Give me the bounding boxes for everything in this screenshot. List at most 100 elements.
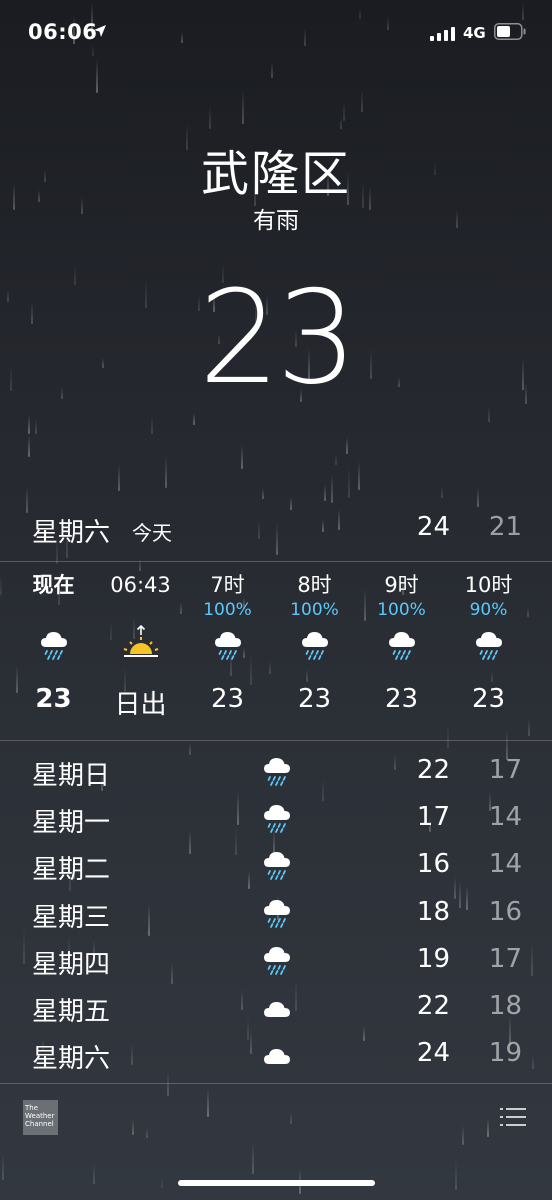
- rain-streak: [532, 1054, 534, 1069]
- day-low: 14: [488, 802, 522, 833]
- rain-streak: [361, 90, 363, 112]
- rain-streak: [28, 415, 30, 434]
- day-name: 星期四: [32, 949, 111, 980]
- day-name: 星期二: [32, 855, 111, 886]
- day-name: 星期六: [32, 1044, 111, 1075]
- battery-icon: [494, 23, 526, 40]
- status-bar: 06:06 4G: [0, 0, 552, 66]
- today-day: 星期六: [32, 518, 111, 548]
- divider: [0, 1083, 552, 1084]
- day-high: 18: [416, 896, 450, 927]
- day-high: 22: [416, 755, 450, 785]
- rain-streak: [441, 486, 443, 498]
- day-low: 19: [488, 1038, 522, 1069]
- rain-streak: [462, 1125, 464, 1145]
- rain-cloud-icon: [264, 805, 290, 834]
- precip-chance: 100%: [203, 600, 252, 620]
- city-name: 武隆区: [200, 146, 351, 202]
- rain-streak: [118, 464, 120, 491]
- cloud-icon: [264, 1049, 290, 1065]
- rain-streak: [151, 416, 153, 434]
- hour-label: 现在: [32, 573, 75, 597]
- hourly-item: 10时 90% 23: [445, 572, 532, 732]
- network-type: 4G: [463, 24, 486, 42]
- day-name: 星期五: [32, 996, 111, 1027]
- today-low: 21: [488, 512, 522, 542]
- hour-label: 8时: [297, 573, 332, 597]
- rain-streak: [207, 1088, 209, 1117]
- rain-cloud-icon: [264, 852, 290, 881]
- rain-streak: [346, 437, 348, 454]
- day-low: 17: [488, 943, 522, 974]
- rain-streak: [146, 1128, 148, 1138]
- today-high: 24: [416, 512, 450, 542]
- precip-chance: 90%: [469, 600, 508, 620]
- list-item: 星期一 17 14: [32, 797, 522, 844]
- rain-cloud-icon: [264, 946, 290, 975]
- list-item: 星期五 22 18: [32, 986, 522, 1033]
- hour-label: 9时: [384, 573, 419, 597]
- precip-chance: [97, 598, 184, 622]
- day-high: 22: [416, 990, 450, 1021]
- precip-chance: [10, 598, 97, 622]
- location-header: 武隆区 有雨: [0, 150, 552, 233]
- location-arrow-icon: [94, 25, 106, 37]
- list-item: 星期三 18 16: [32, 892, 522, 939]
- rain-streak: [477, 488, 479, 507]
- hour-label: 10时: [464, 573, 513, 597]
- rain-streak: [2, 1154, 4, 1180]
- rain-streak: [531, 942, 533, 976]
- rain-cloud-icon: [184, 624, 271, 664]
- rain-streak: [455, 1161, 457, 1190]
- rain-streak: [209, 106, 211, 129]
- day-high: 17: [416, 802, 450, 833]
- hourly-item: 06:43 日出: [97, 572, 184, 732]
- rain-streak: [35, 419, 37, 434]
- rain-streak: [165, 455, 167, 488]
- status-time: 06:06: [28, 20, 98, 44]
- day-low: 17: [488, 755, 522, 785]
- day-name: 星期日: [32, 761, 111, 791]
- rain-streak: [186, 123, 188, 150]
- rain-streak: [28, 435, 30, 457]
- hour-temp: 23: [471, 684, 506, 714]
- day-low: 16: [488, 896, 522, 927]
- weather-condition: 有雨: [253, 208, 299, 234]
- precip-chance: 100%: [377, 600, 426, 620]
- rain-cloud-icon: [264, 758, 290, 786]
- hour-label: 06:43: [110, 573, 171, 597]
- rain-streak: [348, 467, 350, 498]
- rain-streak: [161, 1178, 163, 1188]
- rain-streak: [488, 406, 490, 422]
- rain-streak: [335, 453, 337, 465]
- daily-forecast: 星期日 22 17 星期一 17 14 星期二 16 14 星期三 18 16 …: [32, 750, 522, 1080]
- list-item: 星期六 24 19: [32, 1033, 522, 1080]
- day-high: 16: [416, 849, 450, 880]
- divider: [0, 740, 552, 741]
- rain-streak: [242, 89, 244, 124]
- home-indicator[interactable]: [178, 1180, 375, 1186]
- hour-temp: 23: [384, 684, 419, 714]
- hourly-forecast[interactable]: 现在 23 06:43 日出 7时 100% 23 8时 100% 23 9时 …: [10, 572, 542, 732]
- rain-cloud-icon: [445, 624, 532, 664]
- rain-streak: [26, 486, 28, 513]
- precip-chance: 100%: [290, 600, 339, 620]
- current-temperature: 23: [198, 264, 358, 413]
- rain-streak: [358, 461, 360, 490]
- rain-streak: [193, 413, 195, 425]
- rain-streak: [487, 1118, 489, 1137]
- rain-cloud-icon: [271, 624, 358, 664]
- rain-streak: [132, 1119, 134, 1135]
- day-name: 星期一: [32, 808, 111, 839]
- rain-cloud-icon: [358, 624, 445, 664]
- weather-channel-logo[interactable]: The Weather Channel: [23, 1100, 58, 1135]
- list-icon[interactable]: [500, 1106, 526, 1128]
- today-label: 今天: [132, 521, 172, 545]
- sunrise-icon: [97, 624, 184, 664]
- rain-streak: [290, 1112, 292, 1124]
- rain-streak: [340, 117, 342, 129]
- list-item: 星期二 16 14: [32, 844, 522, 891]
- cloud-icon: [264, 1001, 290, 1017]
- list-item: 星期日 22 17: [32, 750, 522, 797]
- divider: [0, 561, 552, 562]
